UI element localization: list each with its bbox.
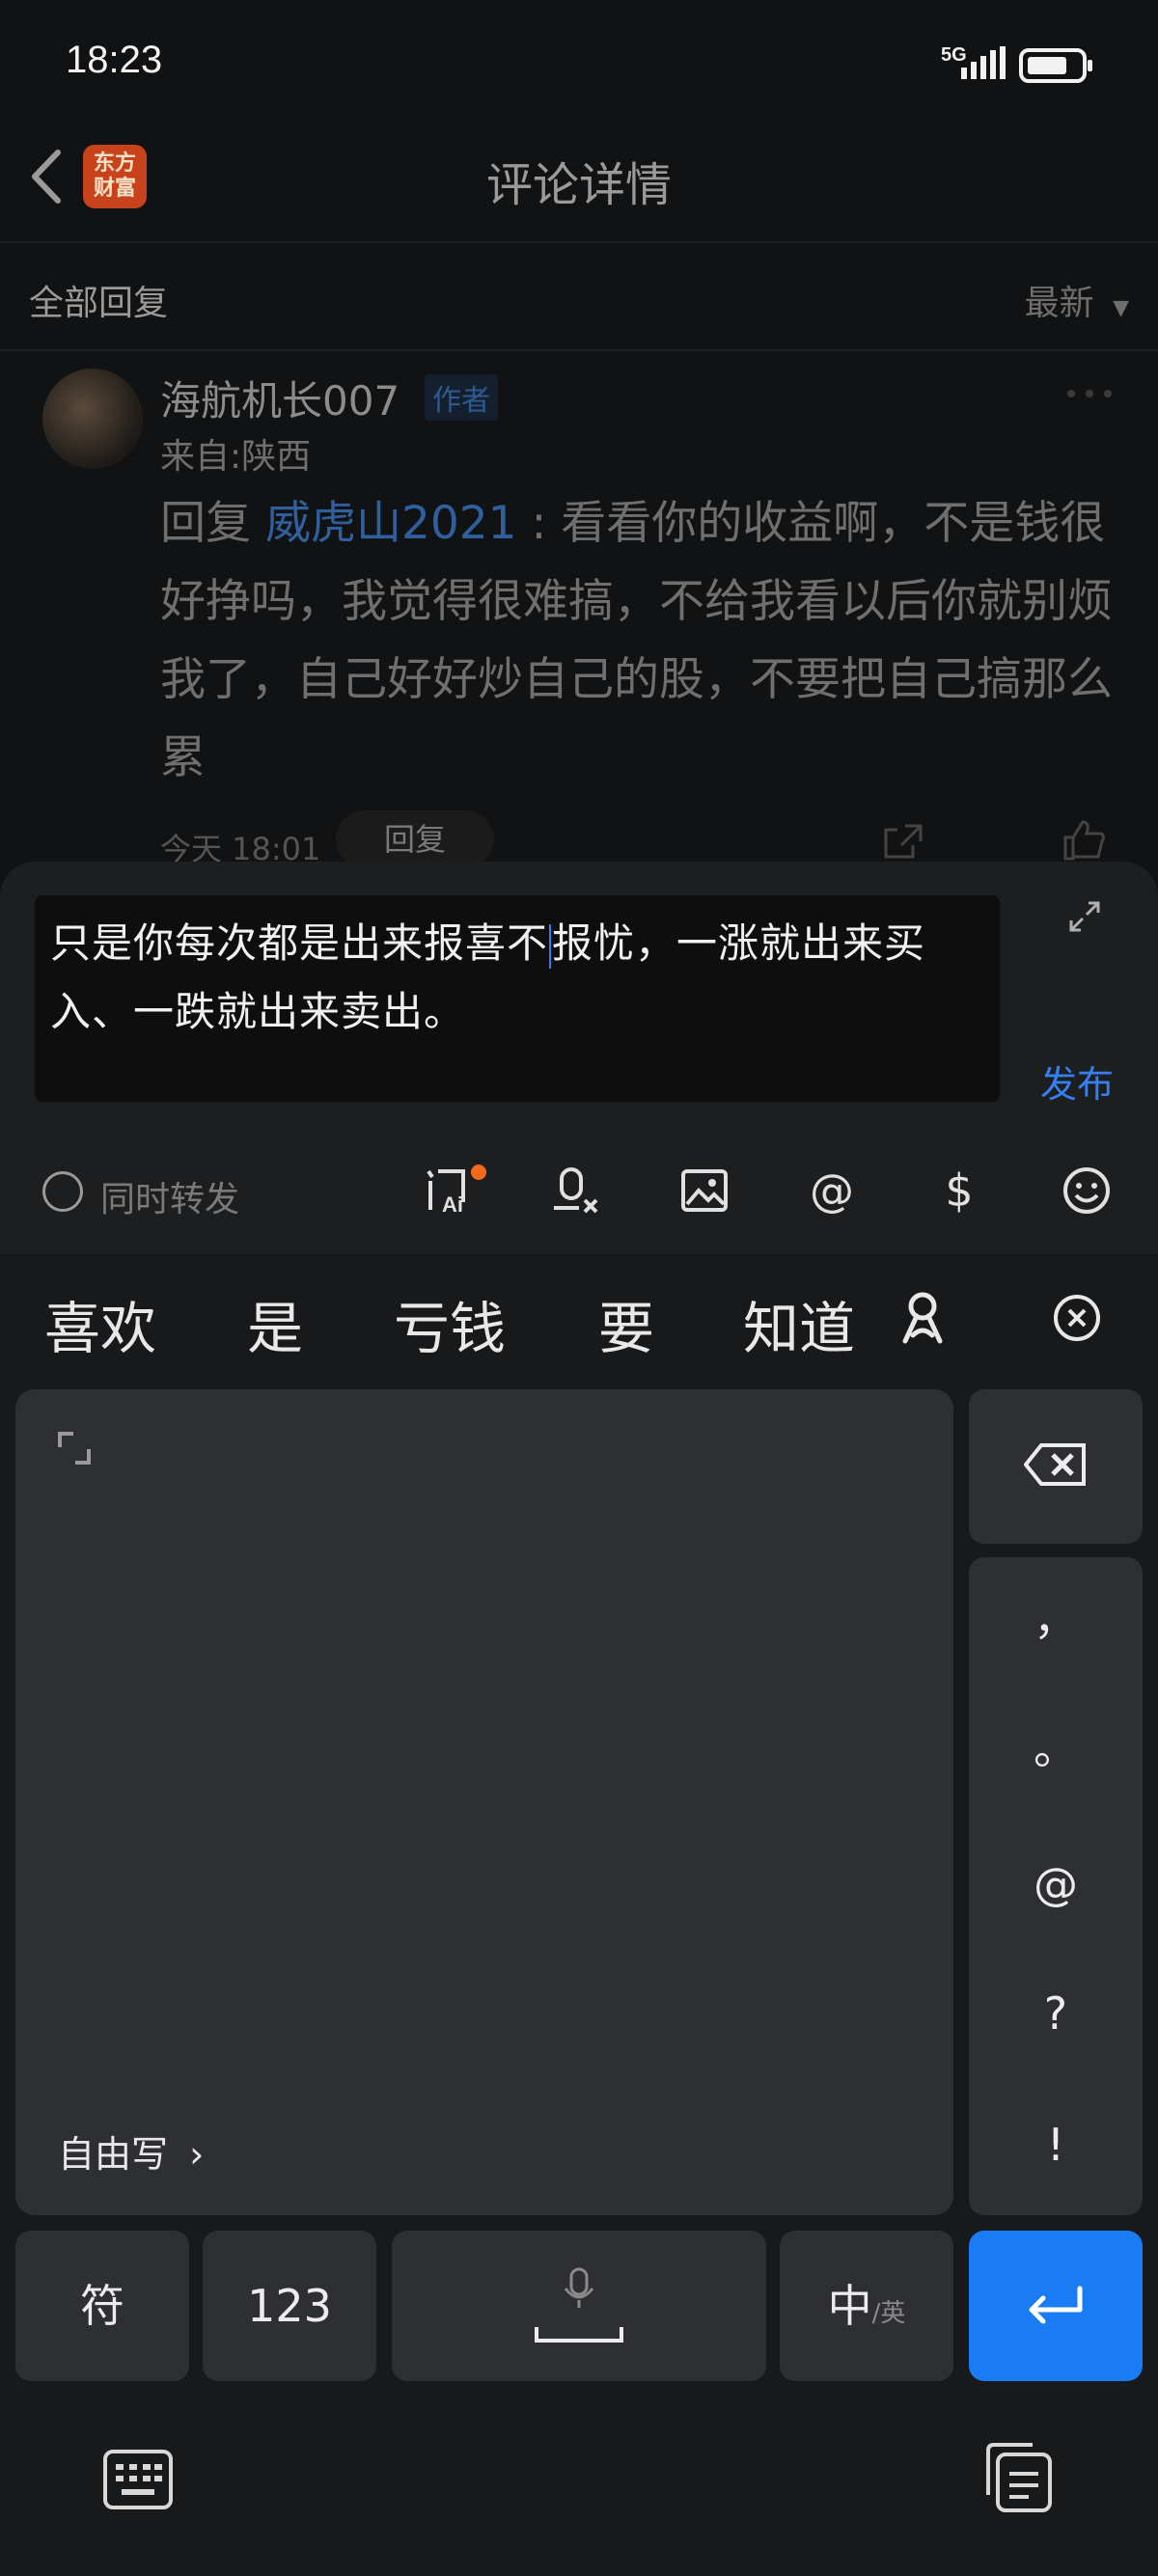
candidate-word[interactable]: 要 [598, 1283, 654, 1364]
avatar[interactable] [42, 369, 143, 469]
punct-key[interactable]: ? [969, 1987, 1143, 2040]
reply-to-user[interactable]: 威虎山2021 [265, 497, 517, 550]
enter-key[interactable] [969, 2231, 1143, 2381]
close-candidates-icon[interactable] [1052, 1293, 1102, 1343]
dollar-icon[interactable]: $ [932, 1164, 986, 1218]
reply-prefix: 回复 [160, 497, 251, 550]
header-divider [0, 241, 1158, 243]
handwriting-area[interactable] [15, 1389, 953, 2215]
backspace-key[interactable] [969, 1389, 1143, 1544]
comment-text: 回复 威虎山2021 : 看看你的收益啊，不是钱很好挣吗，我觉得很难搞，不给我看… [160, 484, 1125, 797]
space-bar-icon [535, 2327, 623, 2343]
lang-main: 中 [827, 2280, 872, 2332]
keyboard-toggle-icon[interactable] [102, 2449, 174, 2510]
candidate-word[interactable]: 亏钱 [394, 1283, 506, 1364]
candidate-word[interactable]: 喜欢 [44, 1283, 156, 1364]
filter-divider [0, 349, 1158, 351]
punct-key[interactable]: 。 [969, 1713, 1143, 1777]
triangle-down-icon: ▼ [1113, 296, 1129, 320]
text-before-caret: 只是你每次都是出来报喜不 [50, 919, 549, 967]
notification-dot [471, 1165, 486, 1180]
battery-icon [1019, 48, 1092, 83]
signal-icon [961, 46, 1006, 79]
image-icon[interactable] [677, 1164, 731, 1218]
microphone-icon [564, 2267, 594, 2308]
freewrite-label: 自由写 [58, 2133, 169, 2176]
resize-corner-icon[interactable] [56, 1430, 93, 1466]
clipboard-icon[interactable] [982, 2441, 1056, 2514]
punct-key[interactable]: @ [969, 1858, 1143, 1910]
share-icon[interactable] [882, 822, 924, 861]
candidate-word[interactable]: 知道 [743, 1283, 855, 1364]
voice-to-text-icon[interactable] [550, 1164, 604, 1218]
user-location: 来自:陕西 [160, 437, 312, 477]
at-icon[interactable]: @ [805, 1164, 859, 1218]
status-time: 18:23 [66, 39, 163, 81]
language-switch-key[interactable]: 中/英 [780, 2231, 953, 2381]
reply-button[interactable]: 回复 [336, 810, 494, 868]
candidate-word[interactable]: 是 [247, 1283, 303, 1364]
repost-label: 同时转发 [100, 1180, 240, 1219]
section-all-replies: 全部回复 [29, 284, 169, 323]
symbols-key[interactable]: 符 [15, 2231, 189, 2381]
repost-checkbox[interactable] [42, 1171, 83, 1212]
freewrite-button[interactable]: 自由写 › [58, 2124, 204, 2178]
sort-dropdown[interactable]: 最新 ▼ [1025, 275, 1129, 325]
chevron-right-icon: › [189, 2133, 205, 2176]
ai-question-icon[interactable]: Ai [423, 1164, 477, 1218]
more-icon[interactable] [1065, 386, 1114, 401]
page-title: 评论详情 [485, 158, 672, 212]
publish-button[interactable]: 发布 [1040, 1055, 1114, 1108]
punct-key[interactable]: ! [969, 2119, 1143, 2171]
backspace-icon [1023, 1443, 1086, 1486]
user-name[interactable]: 海航机长007 [160, 369, 400, 427]
author-badge: 作者 [425, 374, 498, 421]
comment-input-text[interactable]: 只是你每次都是出来报喜不报忧，一涨就出来买入、一跌就出来卖出。 [50, 909, 986, 1046]
sort-label: 最新 [1024, 284, 1094, 323]
text-caret [549, 923, 552, 969]
like-icon[interactable] [1062, 818, 1106, 861]
emoji-icon[interactable] [1060, 1164, 1114, 1218]
assistant-icon[interactable] [892, 1287, 953, 1349]
expand-icon[interactable] [1065, 897, 1104, 936]
space-key[interactable] [392, 2231, 766, 2381]
punct-key[interactable]: ， [969, 1584, 1143, 1648]
svg-text:Ai: Ai [442, 1192, 463, 1217]
numbers-key[interactable]: 123 [203, 2231, 376, 2381]
lang-sub: /英 [871, 2299, 906, 2328]
enter-icon [1029, 2286, 1083, 2324]
